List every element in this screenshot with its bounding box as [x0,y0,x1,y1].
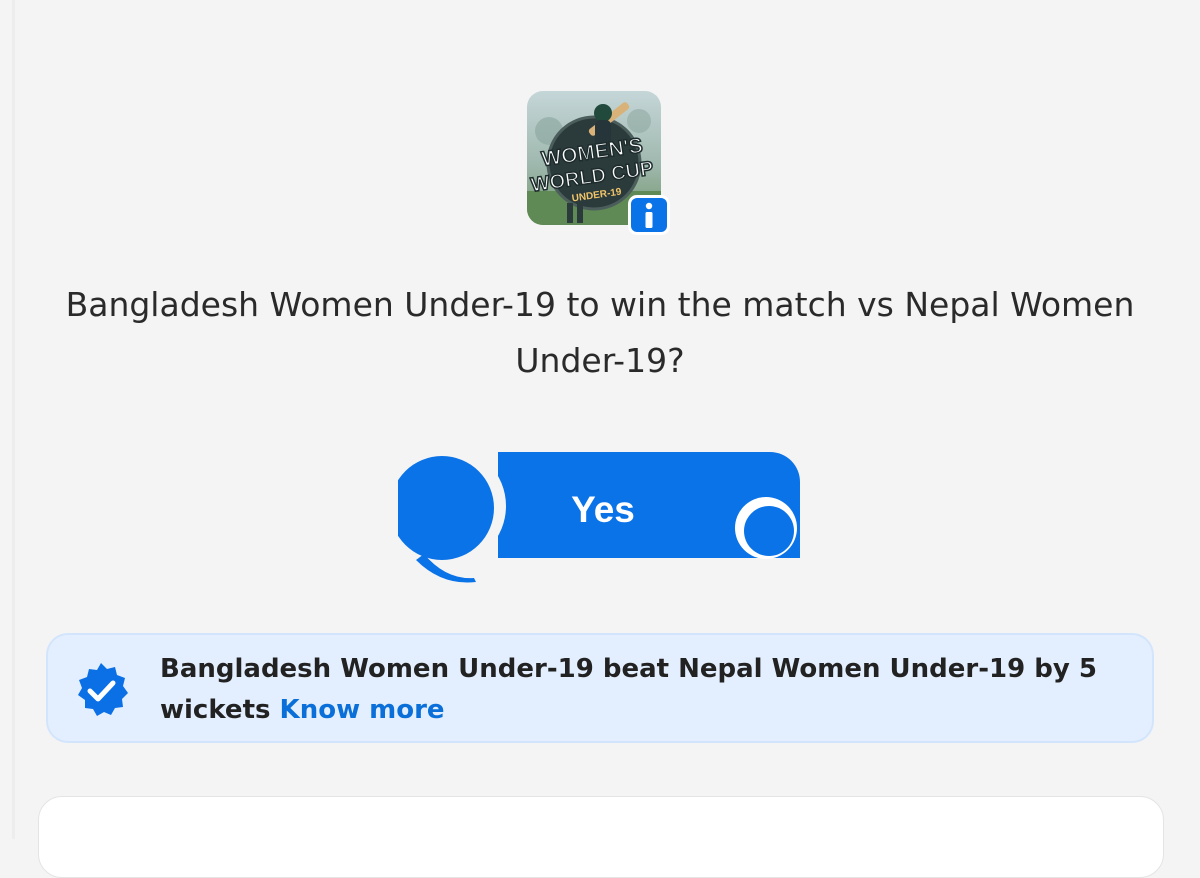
info-icon[interactable] [628,195,670,235]
know-more-link[interactable]: Know more [280,695,445,725]
result-text: Bangladesh Women Under-19 beat Nepal Wom… [160,649,1140,731]
bottom-card [38,796,1164,878]
question-text: Bangladesh Women Under-19 to win the mat… [65,285,1135,380]
page-left-edge [12,0,15,839]
answer-yes-label[interactable]: Yes [490,480,716,540]
result-banner: Bangladesh Women Under-19 beat Nepal Wom… [46,633,1154,743]
verified-badge-icon [72,661,130,719]
